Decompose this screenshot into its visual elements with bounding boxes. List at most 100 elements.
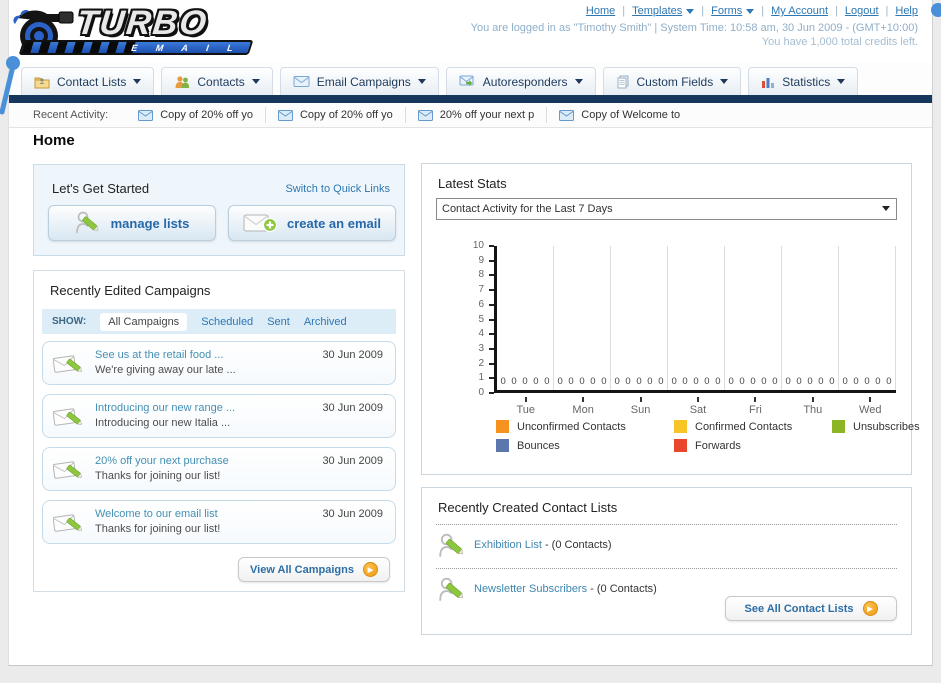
x-axis-tick: [639, 397, 642, 402]
manage-lists-button[interactable]: manage lists: [48, 205, 216, 241]
x-axis-label-cell: Thu: [784, 397, 841, 416]
chevron-down-icon: [251, 79, 260, 84]
recent-activity-item[interactable]: Copy of 20% off yo: [266, 107, 406, 123]
y-axis-tick-label: 6: [478, 298, 484, 310]
tab-autoresponders[interactable]: Autoresponders: [445, 67, 596, 95]
contacts-icon: [175, 75, 190, 88]
filter-all-campaigns[interactable]: All Campaigns: [100, 312, 188, 331]
chart-day-group: 0 0 0 0 0: [611, 246, 668, 390]
top-navigation: Home | Templates | Forms | My Account | Logo…: [585, 5, 918, 17]
tab-statistics[interactable]: Statistics: [748, 67, 859, 95]
recent-activity-label: Recent Activity:: [33, 109, 109, 121]
tab-contact-lists[interactable]: Contact Lists: [21, 67, 155, 95]
y-axis-tick: [489, 362, 494, 365]
data-value-labels: 0 0 0 0 0: [614, 376, 664, 387]
contact-list-link[interactable]: Newsletter Subscribers: [474, 583, 587, 595]
tab-custom-fields[interactable]: Custom Fields: [602, 67, 742, 95]
chevron-down-icon: [686, 8, 695, 14]
data-value-labels: 0 0 0 0 0: [785, 376, 835, 387]
campaign-row[interactable]: See us at the retail food ... We're givi…: [42, 341, 396, 385]
campaign-row[interactable]: Welcome to our email list Thanks for joi…: [42, 500, 396, 544]
view-all-campaigns-button[interactable]: View All Campaigns ▶: [238, 557, 390, 582]
y-axis-tick-label: 4: [478, 328, 484, 340]
y-axis-tick-label: 10: [472, 240, 484, 251]
filter-sent[interactable]: Sent: [267, 316, 290, 328]
campaign-title-link[interactable]: See us at the retail food ...: [95, 349, 223, 361]
recent-activity-item[interactable]: Copy of Welcome to: [547, 107, 692, 123]
y-axis-tick: [489, 347, 494, 350]
create-email-button[interactable]: create an email: [228, 205, 396, 241]
see-all-contact-lists-button[interactable]: See All Contact Lists ▶: [725, 596, 897, 621]
tab-email-campaigns[interactable]: Email Campaigns: [279, 67, 439, 95]
x-axis-tick: [754, 397, 757, 402]
dotted-divider: [436, 568, 897, 569]
chevron-down-icon: [574, 79, 583, 84]
envelope-icon: [138, 109, 154, 121]
nav-link-help[interactable]: Help: [895, 5, 918, 17]
contact-list-item[interactable]: Exhibition List - (0 Contacts): [436, 530, 897, 562]
bar-chart-icon: [762, 77, 775, 88]
filter-archived[interactable]: Archived: [304, 316, 347, 328]
stats-title: Latest Stats: [438, 176, 507, 191]
x-axis-tick-label: Wed: [859, 404, 882, 416]
nav-link-forms[interactable]: Forms: [711, 5, 755, 17]
campaign-row[interactable]: 20% off your next purchase Thanks for jo…: [42, 447, 396, 491]
x-axis-label-cell: Mon: [554, 397, 611, 416]
content-area: TURBO E M A I L Home | Templates | Forms | …: [8, 0, 933, 666]
nav-link-templates[interactable]: Templates: [632, 5, 695, 17]
campaign-title-link[interactable]: Introducing our new range ...: [95, 402, 235, 414]
stats-period-select-wrap: Contact Activity for the Last 7 Days: [436, 198, 897, 220]
stats-period-select[interactable]: Contact Activity for the Last 7 Days: [436, 198, 897, 220]
person-pencil-icon: [439, 577, 464, 601]
x-axis-tick: [869, 397, 872, 402]
x-axis-tick-label: Sat: [689, 404, 707, 416]
logo-wordmark: TURBO: [75, 4, 210, 42]
x-axis-tick-label: Tue: [516, 404, 535, 416]
envelope-icon: [293, 76, 310, 87]
legend-label: Forwards: [695, 439, 741, 452]
header: TURBO E M A I L Home | Templates | Forms | …: [9, 0, 932, 62]
campaign-title-link[interactable]: Welcome to our email list: [95, 508, 218, 520]
chart-day-group: 0 0 0 0 0: [497, 246, 554, 390]
envelope-pencil-icon: [53, 408, 83, 426]
x-axis-tick: [696, 397, 699, 402]
get-started-title: Let's Get Started: [52, 181, 150, 196]
legend-item: Confirmed Contacts: [674, 420, 832, 433]
recently-created-contact-lists-panel: Recently Created Contact Lists Exhibitio…: [421, 487, 912, 635]
nav-link-logout[interactable]: Logout: [845, 5, 879, 17]
y-axis-tick: [489, 392, 494, 394]
legend-item: Bounces: [496, 439, 674, 452]
nav-link-home[interactable]: Home: [586, 5, 615, 17]
person-pencil-icon: [75, 211, 99, 234]
login-info: You are logged in as "Timothy Smith" | S…: [470, 22, 918, 34]
campaign-subtitle: Introducing our new Italia ...: [95, 417, 231, 429]
nav-link-my-account[interactable]: My Account: [771, 5, 828, 17]
arrow-right-icon: ▶: [862, 601, 878, 616]
recent-activity-item[interactable]: Copy of 20% off yo: [126, 107, 266, 123]
switch-to-quick-links[interactable]: Switch to Quick Links: [285, 183, 390, 195]
campaign-date: 30 Jun 2009: [322, 349, 383, 361]
filter-scheduled[interactable]: Scheduled: [201, 316, 253, 328]
y-axis-tick-label: 3: [478, 342, 484, 354]
x-axis-tick-label: Sun: [630, 404, 651, 416]
x-axis-tick-label: Fri: [748, 404, 762, 416]
data-value-labels: 0 0 0 0 0: [671, 376, 721, 387]
chevron-down-icon: [837, 79, 846, 84]
x-axis-tick-label: Thu: [803, 404, 823, 416]
campaign-title-link[interactable]: 20% off your next purchase: [95, 455, 229, 467]
y-axis-tick: [489, 259, 494, 262]
envelope-icon: [559, 109, 575, 121]
campaign-row[interactable]: Introducing our new range ... Introducin…: [42, 394, 396, 438]
x-axis-label-cell: Sun: [612, 397, 669, 416]
chevron-down-icon: [133, 79, 142, 84]
contact-list-link[interactable]: Exhibition List: [474, 539, 542, 551]
x-axis-label-cell: Wed: [842, 397, 899, 416]
recent-activity-item[interactable]: 20% off your next p: [406, 107, 548, 123]
recent-activity-bar: Recent Activity: Copy of 20% off yo Copy…: [9, 103, 932, 128]
person-pencil-icon: [439, 533, 464, 557]
data-value-labels: 0 0 0 0 0: [842, 376, 892, 387]
campaign-date: 30 Jun 2009: [322, 508, 383, 520]
y-axis-tick: [489, 333, 494, 336]
tab-contacts[interactable]: Contacts: [161, 67, 273, 95]
x-axis-tick-label: Mon: [572, 404, 594, 416]
